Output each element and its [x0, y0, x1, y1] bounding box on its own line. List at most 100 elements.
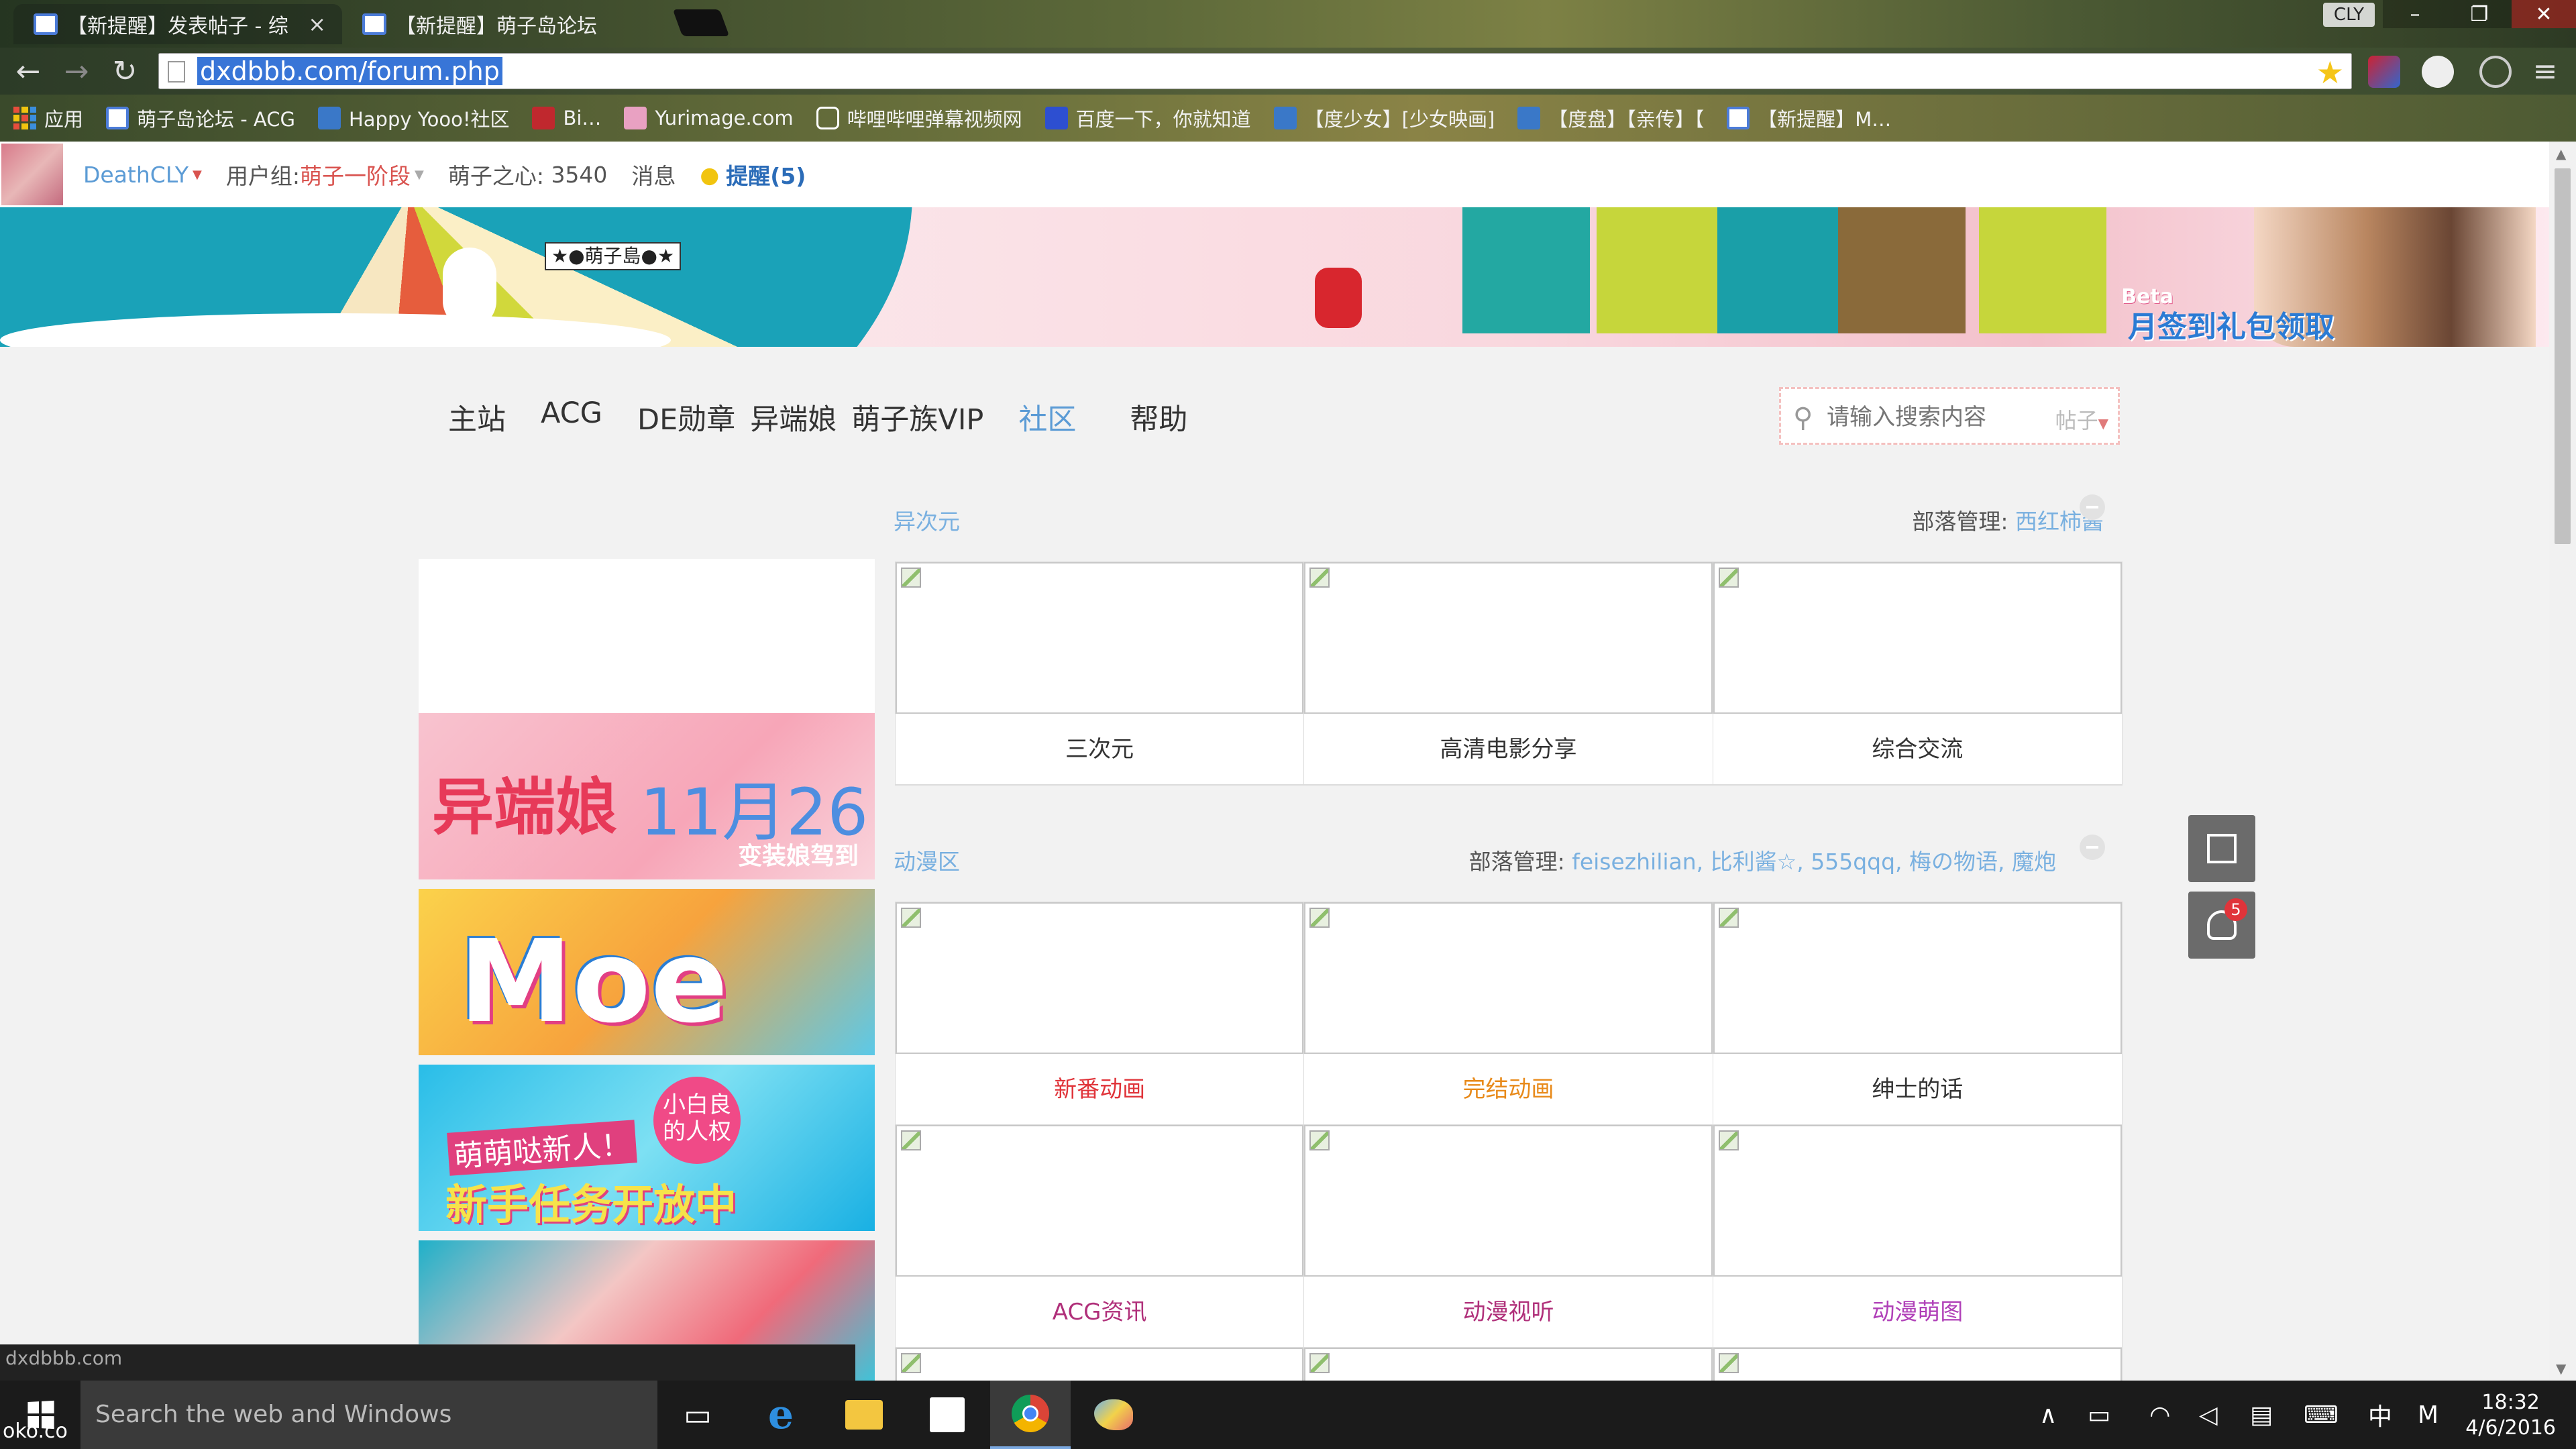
forum-card[interactable]	[896, 1348, 1305, 1381]
broken-image-icon	[896, 1348, 1304, 1381]
lightbulb-icon: ●	[700, 161, 720, 188]
bookmark-star-icon[interactable]: ★	[2316, 54, 2344, 91]
site-logo[interactable]: ★●萌子島●★	[545, 242, 682, 270]
wifi-icon[interactable]: ◠	[2149, 1381, 2170, 1449]
menu-icon[interactable]: ≡	[2529, 56, 2561, 88]
new-tab-button[interactable]	[672, 9, 730, 36]
tab-forum[interactable]: 【新提醒】萌子岛论坛	[342, 4, 678, 44]
profile-button[interactable]: CLY	[2322, 3, 2375, 27]
site-banner[interactable]: ★●萌子島●★ Beta 月签到礼包领取	[0, 207, 2549, 347]
file-explorer-app[interactable]	[824, 1381, 904, 1449]
bookmark-item[interactable]: 哔哩哔哩弹幕视频网	[816, 104, 1022, 132]
address-bar[interactable]: dxdbbb.com/forum.php ★	[158, 53, 2352, 91]
restore-icon[interactable]: ❐	[2447, 0, 2512, 28]
corner-text: oko.co	[3, 1419, 68, 1443]
bookmark-item[interactable]: 【度少女】[少女映画]	[1273, 104, 1495, 132]
main-nav: 主站 ACG DE勋章 异端娘 萌子族VIP 社区 帮助	[448, 396, 1222, 438]
scroll-up-icon[interactable]: ▲	[2556, 146, 2566, 162]
tab-close-icon[interactable]: ×	[308, 11, 326, 37]
caret-down-icon: ▼	[414, 167, 424, 182]
forum-card[interactable]: ACG资讯	[896, 1125, 1305, 1348]
broken-image-icon	[896, 1125, 1304, 1277]
user-group[interactable]: 用户组: 萌子一阶段 ▼	[226, 158, 424, 191]
url-text[interactable]: dxdbbb.com/forum.php	[197, 57, 502, 85]
browser-toolbar: ← → ↻ dxdbbb.com/forum.php ★ ≡	[0, 48, 2576, 95]
battery-icon[interactable]: ▭	[2088, 1381, 2110, 1449]
forum-card[interactable]: 绅士的话	[1713, 902, 2122, 1125]
scroll-down-icon[interactable]: ▼	[2556, 1360, 2566, 1377]
paint-app[interactable]	[1073, 1381, 1154, 1449]
taskbar-search[interactable]: Search the web and Windows	[80, 1381, 657, 1449]
reminders-link[interactable]: ● 提醒(5)	[700, 158, 806, 191]
bookmark-item[interactable]: Bi…	[532, 107, 601, 129]
volume-icon[interactable]: ◁	[2199, 1381, 2218, 1449]
user-notifications-button[interactable]: 5	[2188, 892, 2255, 959]
bookmark-item[interactable]: 【新提醒】M…	[1727, 104, 1891, 132]
sidebar-banner-newbie-tasks[interactable]: 萌萌哒新人！ 新手任务开放中 小白良的人权	[419, 1065, 875, 1231]
caret-down-icon: ▼	[2098, 415, 2108, 431]
messages-link[interactable]: 消息	[631, 158, 676, 191]
forum-card[interactable]: 三次元	[896, 562, 1305, 785]
nav-help[interactable]: 帮助	[1130, 396, 1187, 438]
extension-circle-icon[interactable]	[2479, 56, 2512, 88]
nav-medals[interactable]: DE勋章	[637, 396, 735, 438]
broken-image-icon	[1304, 562, 1713, 714]
store-app[interactable]	[907, 1381, 987, 1449]
forum-card[interactable]: 高清电影分享	[1304, 562, 1713, 785]
nav-heretic-girl[interactable]: 异端娘	[750, 396, 837, 438]
broken-image-icon	[1713, 902, 2122, 1054]
tab-post-thread[interactable]: 【新提醒】发表帖子 - 综 ×	[13, 4, 342, 44]
forum-card[interactable]: 综合交流	[1713, 562, 2122, 785]
collapse-toggle-icon[interactable]	[2080, 494, 2105, 520]
checkin-reward-link[interactable]: 月签到礼包领取	[2128, 303, 2334, 345]
edge-app[interactable]: e	[741, 1381, 821, 1449]
extension-icon[interactable]	[2368, 56, 2400, 88]
forum-card[interactable]: 完结动画	[1304, 902, 1713, 1125]
forum-card[interactable]: 动漫萌图	[1713, 1125, 2122, 1348]
keyboard-icon[interactable]: ⌨	[2304, 1381, 2339, 1449]
tray-overflow-icon[interactable]: ∧	[2039, 1381, 2057, 1449]
heart-points: 萌子之心: 3540	[447, 161, 608, 190]
sidebar-banner-heretic-girl[interactable]: 异端娘 11月26 变装娘驾到	[419, 713, 875, 879]
bookmark-item[interactable]: 【度盘】【亲传】【	[1517, 104, 1704, 132]
username-link[interactable]: DeathCLY ▼	[83, 162, 202, 188]
forum-card[interactable]	[1304, 1348, 1713, 1381]
bookmark-item[interactable]: 萌子岛论坛 - ACG	[106, 104, 295, 132]
nav-vip[interactable]: 萌子族VIP	[851, 396, 983, 438]
task-view-button[interactable]: ▭	[657, 1381, 738, 1449]
bookmark-item[interactable]: Yurimage.com	[624, 107, 794, 129]
broken-image-icon	[896, 562, 1304, 714]
nav-acg[interactable]: ACG	[541, 396, 602, 438]
minimize-icon[interactable]: –	[2383, 0, 2447, 28]
system-clock[interactable]: 18:32 4/6/2016	[2465, 1390, 2556, 1441]
ime-indicator[interactable]: 中	[2368, 1381, 2392, 1449]
bookmark-apps[interactable]: 应用	[13, 104, 83, 132]
collapse-toggle-icon[interactable]	[2080, 835, 2105, 860]
extension-mascot-icon[interactable]	[2422, 56, 2454, 88]
nav-main-site[interactable]: 主站	[448, 396, 506, 438]
forum-card[interactable]: 动漫视听	[1304, 1125, 1713, 1348]
bookmark-item[interactable]: Happy Yooo!社区	[317, 104, 509, 132]
section-title-anime[interactable]: 动漫区	[894, 844, 960, 876]
search-type-select[interactable]: 帖子▼	[2055, 404, 2108, 435]
chrome-app[interactable]	[990, 1381, 1071, 1449]
forum-card[interactable]	[1713, 1348, 2122, 1381]
quick-post-button[interactable]	[2188, 815, 2255, 882]
action-center-icon[interactable]: ▤	[2250, 1381, 2273, 1449]
page-scrollbar[interactable]: ▲ ▼	[2549, 142, 2576, 1381]
user-bar: DeathCLY ▼ 用户组: 萌子一阶段 ▼ 萌子之心: 3540 消息 ● 提醒…	[0, 142, 2549, 208]
scroll-thumb[interactable]	[2555, 168, 2571, 544]
avatar[interactable]	[1, 144, 63, 205]
ime-mode[interactable]: M	[2418, 1381, 2438, 1449]
close-window-icon[interactable]: ✕	[2512, 0, 2576, 28]
back-arrow-icon[interactable]: ←	[12, 56, 44, 88]
sidebar-banner-moe[interactable]: Moe	[419, 889, 875, 1055]
forum-card[interactable]: 新番动画	[896, 902, 1305, 1125]
bookmark-item[interactable]: 百度一下，你就知道	[1044, 104, 1251, 132]
window-controls: – ❐ ✕	[2383, 0, 2576, 28]
forward-arrow-icon[interactable]: →	[60, 56, 93, 88]
nav-community[interactable]: 社区	[1018, 396, 1076, 438]
section-title-otherworld[interactable]: 异次元	[894, 504, 960, 536]
search-input[interactable]	[1825, 400, 2029, 435]
reload-icon[interactable]: ↻	[109, 56, 141, 88]
